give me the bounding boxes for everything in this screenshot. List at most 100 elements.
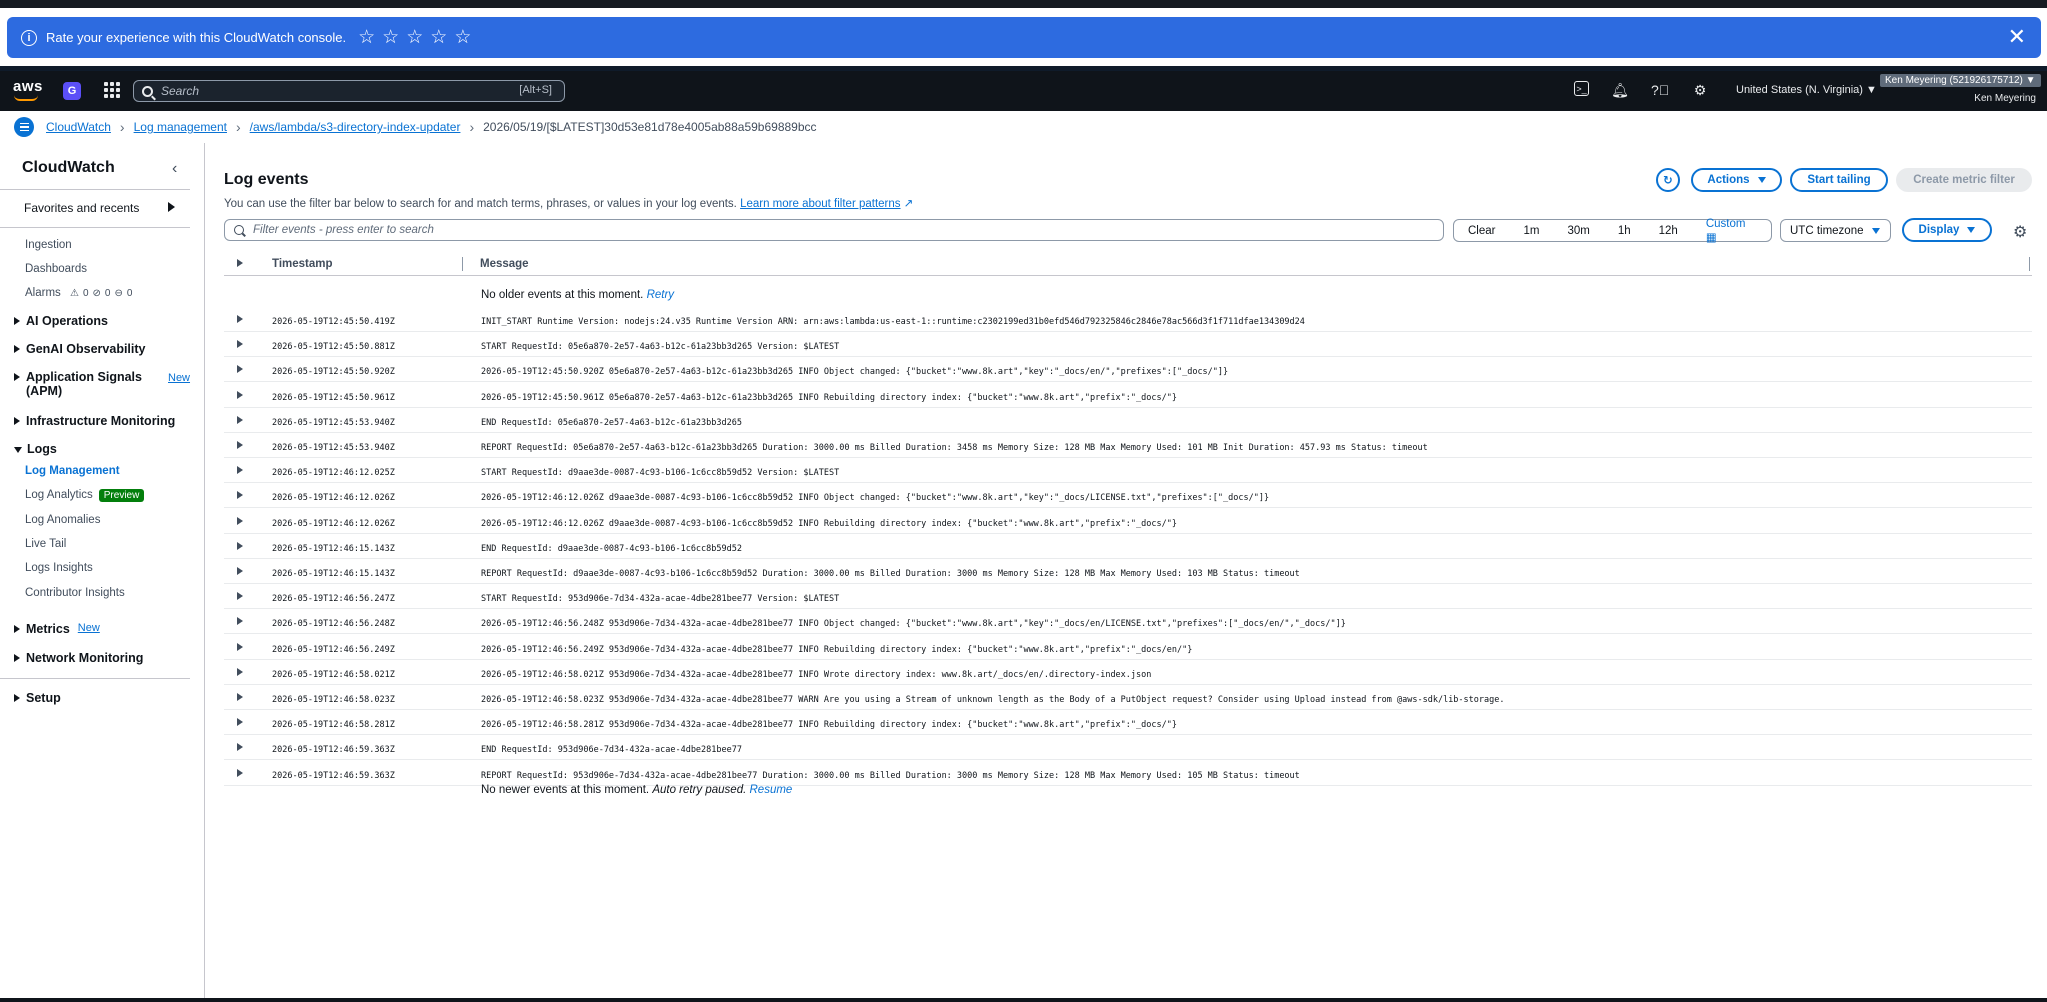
username[interactable]: Ken Meyering	[1974, 93, 2036, 104]
sidebar-group-genai[interactable]: GenAI Observability	[14, 342, 145, 356]
column-message[interactable]: Message	[480, 258, 529, 270]
service-icon[interactable]: G	[63, 82, 81, 100]
global-search[interactable]: [Alt+S]	[133, 80, 565, 102]
sidebar-group-setup[interactable]: Setup	[14, 691, 61, 705]
new-badge[interactable]: New	[78, 622, 100, 634]
table-row[interactable]: 2026-05-19T12:46:15.143Z REPORT RequestId…	[224, 559, 2032, 584]
learn-more-link[interactable]: Learn more about filter patterns	[740, 198, 900, 210]
expand-row-icon[interactable]	[237, 466, 243, 475]
table-row[interactable]: 2026-05-19T12:45:53.940Z END RequestId: 0…	[224, 408, 2032, 433]
table-row[interactable]: 2026-05-19T12:46:58.023Z 2026-05-19T12:46…	[224, 685, 2032, 710]
gear-icon[interactable]: ⚙	[2013, 222, 2027, 242]
expand-row-icon[interactable]	[237, 592, 243, 601]
expand-row-icon[interactable]	[237, 390, 243, 399]
table-row[interactable]: 2026-05-19T12:45:50.961Z 2026-05-19T12:45…	[224, 383, 2032, 408]
expand-row-icon[interactable]	[237, 718, 243, 727]
caret-right-icon[interactable]	[168, 202, 175, 212]
table-row[interactable]: 2026-05-19T12:46:56.248Z 2026-05-19T12:46…	[224, 609, 2032, 635]
sidebar-group-infrastructure[interactable]: Infrastructure Monitoring	[14, 414, 175, 428]
aws-logo[interactable]: aws	[13, 78, 43, 101]
sidebar-group-network[interactable]: Network Monitoring	[14, 651, 143, 665]
help-icon[interactable]: ?⃝	[1651, 81, 1669, 99]
display-button[interactable]: Display	[1902, 218, 1992, 242]
star-icon[interactable]: ☆	[358, 28, 375, 47]
search-input[interactable]	[161, 84, 501, 98]
start-tailing-button[interactable]: Start tailing	[1790, 168, 1888, 192]
collapse-icon[interactable]: ‹	[172, 160, 177, 178]
table-row[interactable]: 2026-05-19T12:46:15.143Z END RequestId: d…	[224, 534, 2032, 559]
timezone-select[interactable]: UTC timezone	[1780, 219, 1891, 242]
actions-button[interactable]: Actions	[1691, 168, 1782, 192]
filter-bar[interactable]	[224, 219, 1444, 241]
create-metric-filter-button[interactable]: Create metric filter	[1896, 168, 2032, 192]
close-icon[interactable]: ✕	[2008, 26, 2026, 48]
sidebar-item-contributor-insights[interactable]: Contributor Insights	[25, 587, 125, 599]
menu-icon[interactable]	[14, 117, 34, 137]
sidebar-item-alarms[interactable]: Alarms ⚠ 0 ⊘ 0 ⊖ 0	[25, 287, 132, 299]
star-icon[interactable]: ☆	[406, 28, 423, 47]
range-1m[interactable]: 1m	[1509, 225, 1553, 237]
column-timestamp[interactable]: Timestamp	[272, 258, 333, 270]
table-row[interactable]: 2026-05-19T12:46:59.363Z REPORT RequestId…	[224, 761, 2032, 786]
table-row[interactable]: 2026-05-19T12:46:56.249Z 2026-05-19T12:46…	[224, 635, 2032, 660]
clear-button[interactable]: Clear	[1454, 225, 1509, 237]
sidebar-group-ai-operations[interactable]: AI Operations	[14, 314, 108, 328]
expand-row-icon[interactable]	[237, 642, 243, 651]
breadcrumb-cloudwatch[interactable]: CloudWatch	[46, 120, 111, 134]
expand-row-icon[interactable]	[237, 768, 243, 777]
cloudshell-icon[interactable]: >_	[1574, 81, 1589, 96]
expand-row-icon[interactable]	[237, 340, 243, 349]
star-icon[interactable]: ☆	[430, 28, 447, 47]
sidebar-item-logs-insights[interactable]: Logs Insights	[25, 562, 93, 574]
sidebar-item-dashboards[interactable]: Dashboards	[25, 263, 87, 275]
range-12h[interactable]: 12h	[1645, 225, 1692, 237]
region-selector[interactable]: United States (N. Virginia) ▼	[1736, 84, 1877, 96]
expand-row-icon[interactable]	[237, 567, 243, 575]
account-menu[interactable]: Ken Meyering (521926175712) ▼	[1880, 74, 2041, 87]
sidebar-item-log-analytics[interactable]: Log Analytics Preview	[25, 489, 145, 502]
table-row[interactable]: 2026-05-19T12:45:53.940Z REPORT RequestId…	[224, 433, 2032, 458]
sidebar-item-log-anomalies[interactable]: Log Anomalies	[25, 514, 100, 526]
expand-row-icon[interactable]	[237, 365, 243, 374]
star-icon[interactable]: ☆	[454, 28, 471, 47]
favorites-and-recents[interactable]: Favorites and recents	[24, 201, 139, 215]
expand-row-icon[interactable]	[237, 315, 243, 323]
table-row[interactable]: 2026-05-19T12:46:12.025Z START RequestId:…	[224, 458, 2032, 484]
expand-row-icon[interactable]	[237, 743, 243, 752]
bell-icon[interactable]: 🔔︎	[1611, 81, 1629, 99]
expand-all-icon[interactable]	[237, 259, 243, 267]
range-30m[interactable]: 30m	[1553, 225, 1603, 237]
sidebar-item-log-management[interactable]: Log Management	[25, 465, 120, 477]
expand-row-icon[interactable]	[237, 541, 243, 550]
expand-row-icon[interactable]	[237, 667, 243, 676]
range-custom[interactable]: Custom ▦	[1692, 218, 1771, 244]
expand-row-icon[interactable]	[237, 693, 243, 701]
sidebar-item-live-tail[interactable]: Live Tail	[25, 538, 66, 550]
refresh-button[interactable]: ↻	[1656, 168, 1680, 192]
sidebar-group-metrics[interactable]: Metrics New	[14, 622, 100, 636]
table-row[interactable]: 2026-05-19T12:46:12.026Z 2026-05-19T12:46…	[224, 483, 2032, 509]
table-row[interactable]: 2026-05-19T12:46:59.363Z END RequestId: 9…	[224, 735, 2032, 761]
retry-link[interactable]: Retry	[647, 289, 674, 301]
gear-icon[interactable]: ⚙	[1691, 81, 1709, 99]
table-row[interactable]: 2026-05-19T12:46:56.247Z START RequestId:…	[224, 584, 2032, 610]
expand-row-icon[interactable]	[237, 415, 243, 424]
expand-row-icon[interactable]	[237, 441, 243, 449]
expand-row-icon[interactable]	[237, 617, 243, 626]
column-resizer[interactable]	[462, 257, 463, 271]
expand-row-icon[interactable]	[237, 491, 243, 500]
table-row[interactable]: 2026-05-19T12:46:58.021Z 2026-05-19T12:46…	[224, 660, 2032, 685]
breadcrumb-log-management[interactable]: Log management	[134, 120, 227, 134]
table-row[interactable]: 2026-05-19T12:45:50.419Z INIT_START Runti…	[224, 307, 2032, 332]
sidebar-group-application-signals[interactable]: Application Signals (APM)	[14, 370, 142, 398]
sidebar-item-ingestion[interactable]: Ingestion	[25, 239, 72, 251]
table-row[interactable]: 2026-05-19T12:45:50.881Z START RequestId:…	[224, 332, 2032, 358]
table-row[interactable]: 2026-05-19T12:46:58.281Z 2026-05-19T12:46…	[224, 710, 2032, 736]
expand-row-icon[interactable]	[237, 516, 243, 525]
star-icon[interactable]: ☆	[382, 28, 399, 47]
table-row[interactable]: 2026-05-19T12:46:12.026Z 2026-05-19T12:46…	[224, 509, 2032, 534]
filter-events-input[interactable]	[253, 224, 1433, 236]
column-resizer[interactable]	[2029, 257, 2030, 271]
table-row[interactable]: 2026-05-19T12:45:50.920Z 2026-05-19T12:45…	[224, 357, 2032, 383]
breadcrumb-log-group[interactable]: /aws/lambda/s3-directory-index-updater	[250, 120, 461, 134]
